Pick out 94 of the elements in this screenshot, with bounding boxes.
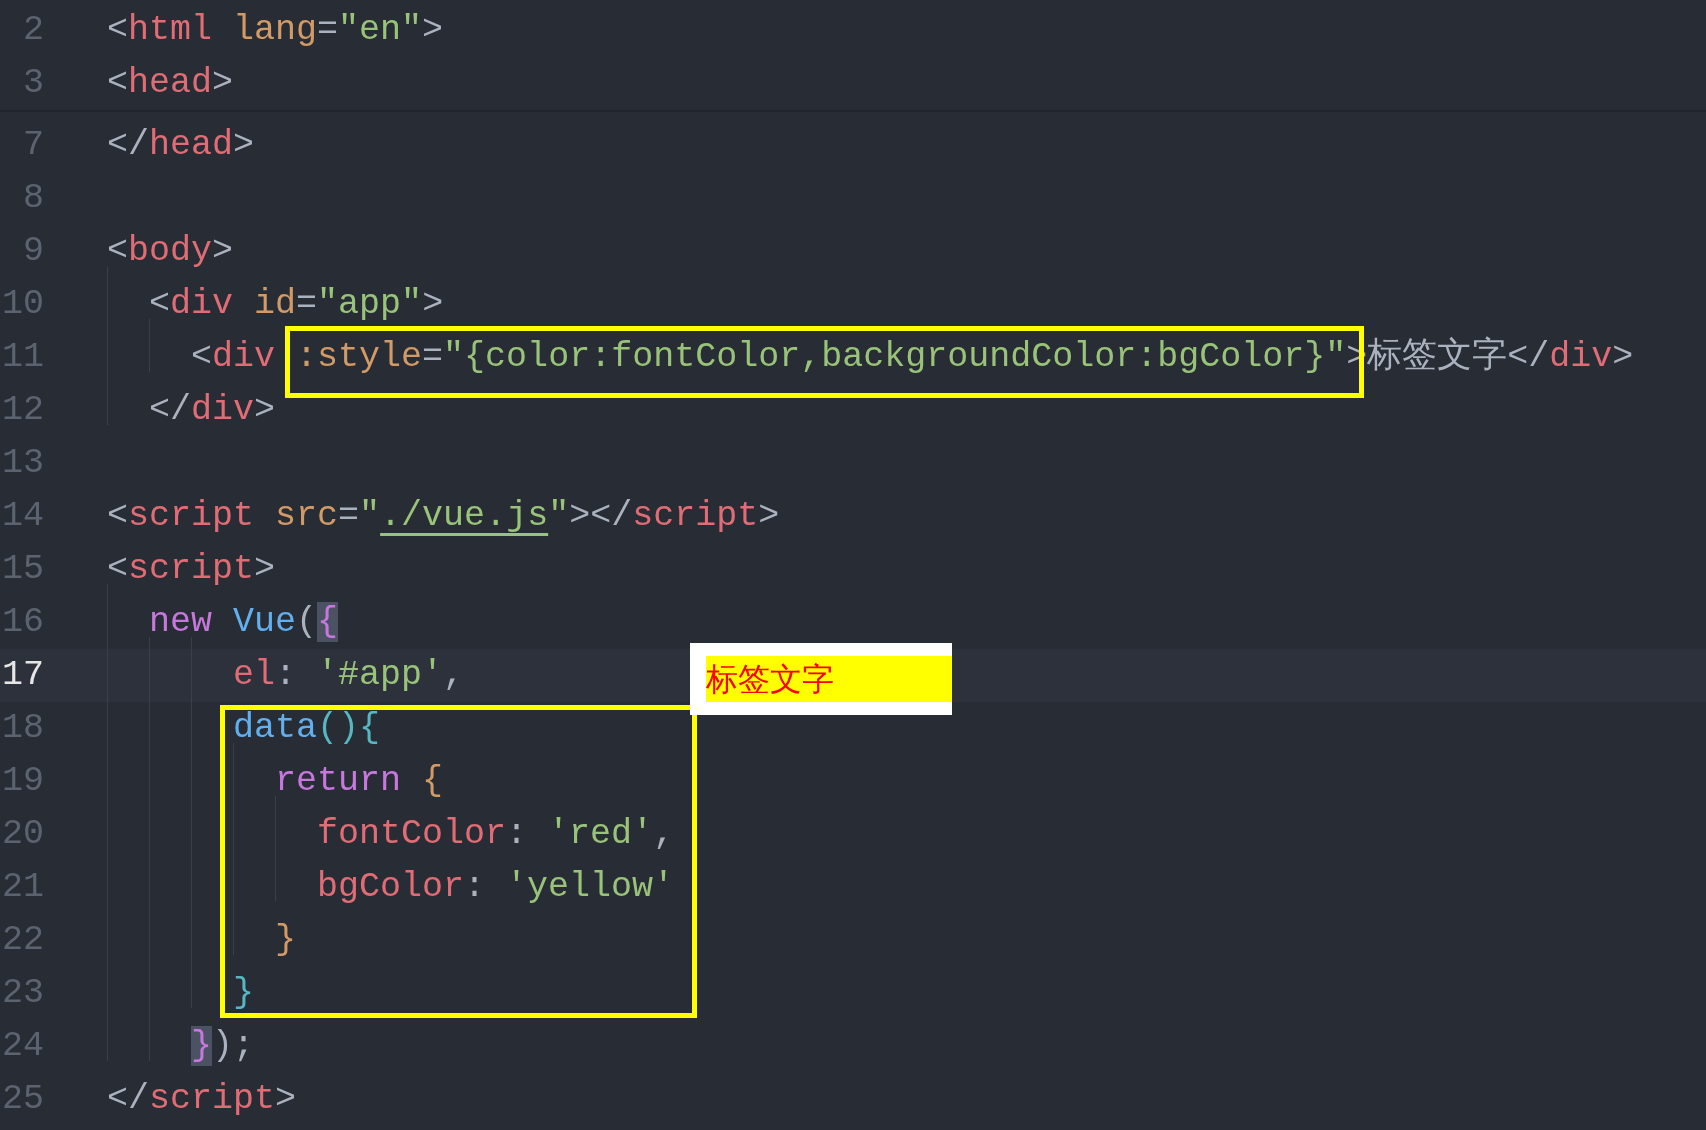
line-number: 13: [1, 442, 44, 485]
code-token: ": [359, 496, 381, 536]
code-token: );: [212, 1026, 255, 1066]
line-number: 17: [1, 654, 44, 697]
code-token: script: [632, 496, 759, 536]
code-token: head: [128, 63, 213, 103]
code-token: </: [149, 390, 192, 430]
code-token: "en": [338, 10, 423, 50]
code-token: ></: [569, 496, 633, 536]
code-token: =: [422, 337, 444, 377]
code-token: 'yellow': [506, 867, 675, 907]
line-number: 14: [1, 495, 44, 538]
code-token: "app": [317, 284, 423, 324]
code-token: =: [338, 496, 360, 536]
code-token: new: [149, 602, 213, 642]
code-token: ": [548, 496, 570, 536]
code-token: :: [506, 814, 529, 854]
code-token: div: [170, 284, 234, 324]
line-number: 7: [22, 124, 44, 167]
code-token: src: [275, 496, 339, 536]
code-token: (: [296, 602, 318, 642]
code-token: >: [275, 1079, 297, 1119]
code-token: 'red': [548, 814, 654, 854]
code-token: {: [422, 761, 444, 801]
line-number: 10: [1, 283, 44, 326]
code-token: "{color:fontColor,backgroundColor:bgColor}": [443, 337, 1347, 377]
code-token: =: [317, 10, 339, 50]
code-token: =: [296, 284, 318, 324]
line-number: 2: [22, 9, 44, 52]
code-token: Vue: [233, 602, 297, 642]
code-token: :: [275, 655, 298, 695]
line-number: 11: [1, 336, 44, 379]
line-number: 3: [22, 62, 44, 105]
code-token: div: [212, 337, 276, 377]
code-token: >: [233, 125, 255, 165]
code-token: script: [128, 549, 255, 589]
code-token: >: [422, 10, 444, 50]
code-token: <: [107, 231, 128, 271]
code-token: }: [275, 920, 297, 960]
line-number: 21: [1, 866, 44, 909]
code-token: </: [1507, 337, 1550, 377]
preview-text: 标签文字: [706, 656, 952, 702]
line-number: 22: [1, 919, 44, 962]
code-token: 标签文字: [1367, 337, 1508, 377]
line-number: 23: [1, 972, 44, 1015]
code-token: >: [254, 390, 276, 430]
code-token: ,: [443, 655, 465, 695]
line-number: 9: [22, 230, 44, 273]
line-number: 8: [22, 177, 44, 220]
code-token: bgColor: [317, 867, 465, 907]
code-token: </: [107, 1079, 149, 1119]
code-token: >: [254, 549, 276, 589]
code-token: >: [758, 496, 780, 536]
line-number: 25: [1, 1078, 44, 1121]
matched-bracket: {: [317, 602, 339, 642]
code-token: return: [275, 761, 402, 801]
code-token: div: [1549, 337, 1613, 377]
code-token: el: [233, 655, 276, 695]
code-token: div: [191, 390, 255, 430]
code-token: id: [254, 284, 297, 324]
code-token: html: [128, 10, 213, 50]
line-number: 15: [1, 548, 44, 591]
code-token: :: [464, 867, 487, 907]
code-token: <: [107, 10, 128, 50]
code-token: ./vue.js: [380, 496, 549, 536]
code-token: script: [149, 1079, 276, 1119]
code-token: :style: [296, 337, 423, 377]
code-token: <: [191, 337, 213, 377]
matched-bracket: }: [191, 1026, 213, 1066]
code-token: body: [128, 231, 213, 271]
code-token: >: [422, 284, 444, 324]
code-token: (){: [317, 708, 381, 748]
code-token: ,: [653, 814, 675, 854]
line-number: 20: [1, 813, 44, 856]
code-token: >: [212, 231, 234, 271]
code-token: </: [107, 125, 149, 165]
code-token: <: [107, 63, 128, 103]
line-number: 16: [1, 601, 44, 644]
code-token: >: [212, 63, 234, 103]
code-token: lang: [233, 10, 318, 50]
line-number: 12: [1, 389, 44, 432]
code-token: '#app': [317, 655, 444, 695]
code-token: data: [233, 708, 318, 748]
code-token: <: [149, 284, 171, 324]
code-token: <: [107, 549, 128, 589]
code-token: script: [128, 496, 255, 536]
code-token: fontColor: [317, 814, 507, 854]
code-token: >: [1612, 337, 1634, 377]
line-number: 24: [1, 1025, 44, 1068]
code-token: }: [233, 973, 255, 1013]
code-token: <: [107, 496, 128, 536]
code-token: head: [149, 125, 234, 165]
line-number: 19: [1, 760, 44, 803]
line-number: 18: [1, 707, 44, 750]
